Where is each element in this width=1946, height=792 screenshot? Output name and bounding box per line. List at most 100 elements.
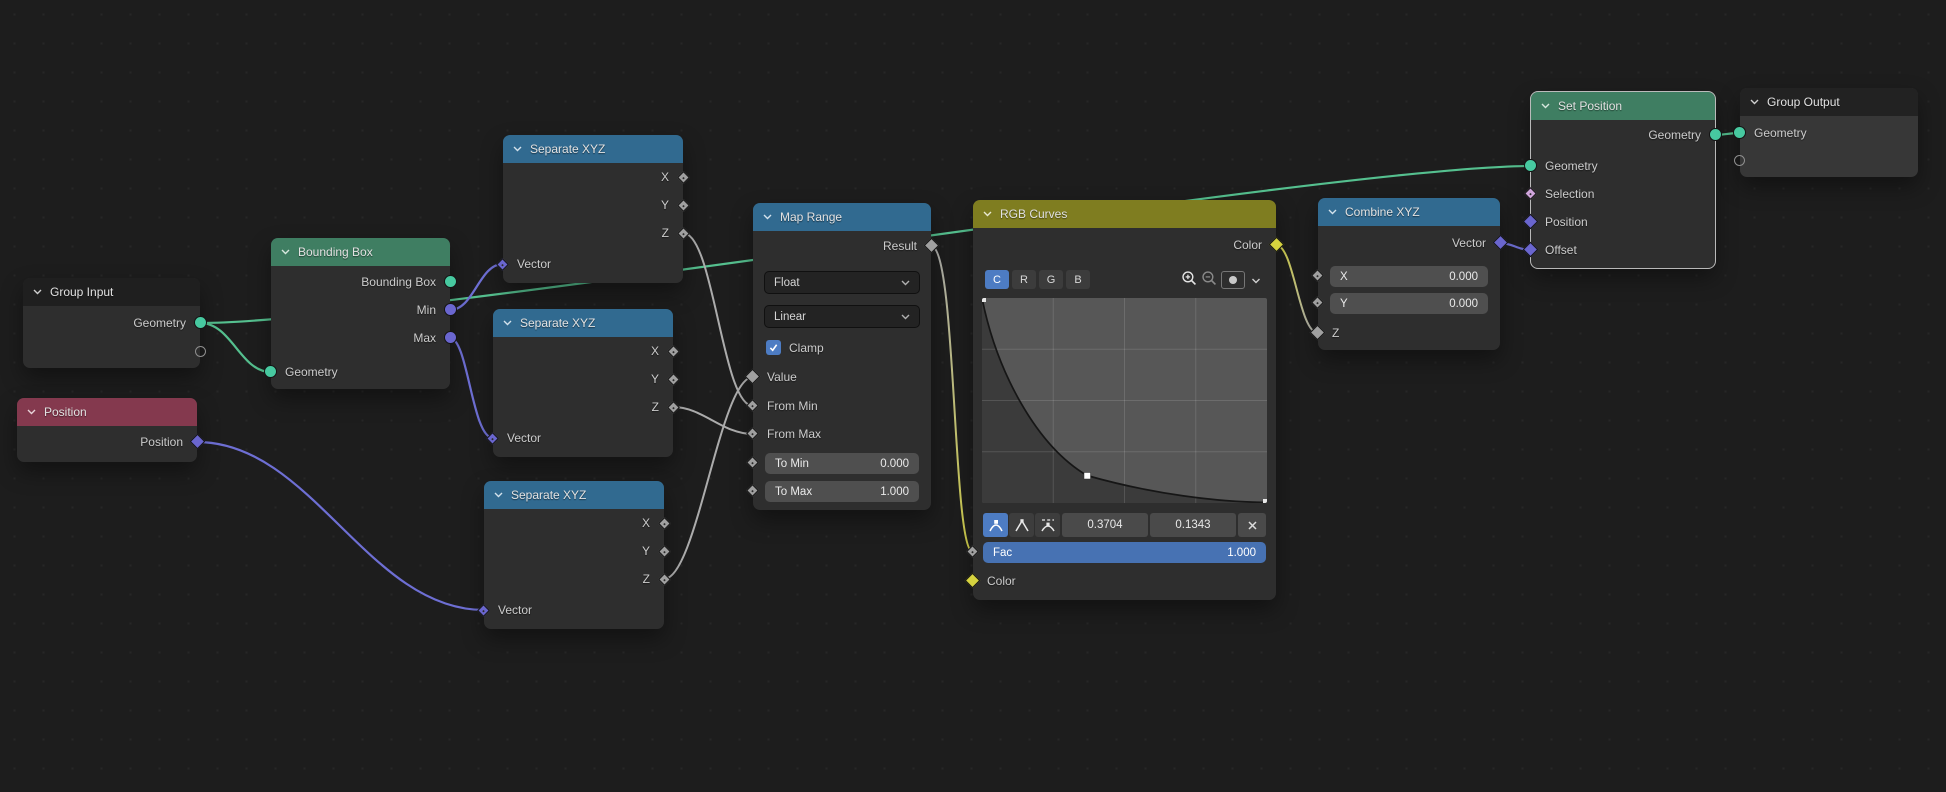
node-group-output[interactable]: Group Output Geometry bbox=[1740, 88, 1918, 177]
collapse-chevron-icon[interactable] bbox=[513, 146, 522, 152]
curve-editor[interactable] bbox=[982, 298, 1267, 503]
output-y-label: Y bbox=[493, 368, 673, 390]
handle-vector-button[interactable] bbox=[1009, 513, 1034, 537]
node-title: Map Range bbox=[780, 210, 842, 224]
collapse-chevron-icon[interactable] bbox=[983, 211, 992, 217]
wire-z-top-to-from-min bbox=[683, 233, 753, 406]
socket-max-output[interactable] bbox=[444, 331, 457, 344]
wire-max-to-separate-xyz-mid bbox=[450, 338, 493, 438]
channel-g-button[interactable]: G bbox=[1039, 270, 1063, 289]
clamp-label: Clamp bbox=[789, 337, 931, 359]
point-x-field[interactable]: 0.3704 bbox=[1062, 513, 1148, 537]
curve-endpoint-start[interactable] bbox=[982, 298, 986, 302]
collapse-chevron-icon[interactable] bbox=[1750, 99, 1759, 105]
output-max-label: Max bbox=[271, 327, 450, 349]
node-header[interactable]: Set Position bbox=[1531, 92, 1715, 120]
collapse-chevron-icon[interactable] bbox=[281, 249, 290, 255]
collapse-chevron-icon[interactable] bbox=[33, 289, 42, 295]
curve-endpoint-end[interactable] bbox=[1263, 499, 1267, 503]
socket-min-output[interactable] bbox=[444, 303, 457, 316]
node-rgb-curves[interactable]: RGB Curves Color C R G B bbox=[973, 200, 1276, 600]
collapse-chevron-icon[interactable] bbox=[503, 320, 512, 326]
node-combine-xyz[interactable]: Combine XYZ Vector X0.000 Y0.000 Z bbox=[1318, 198, 1500, 350]
node-separate-xyz-bottom[interactable]: Separate XYZ X Y Z Vector bbox=[484, 481, 664, 629]
wire-min-to-separate-xyz-top bbox=[450, 264, 503, 310]
output-x-label: X bbox=[493, 340, 673, 362]
handle-auto-clamped-button[interactable] bbox=[1035, 513, 1060, 537]
socket-virtual-output[interactable] bbox=[195, 346, 206, 357]
input-value-label: Value bbox=[753, 366, 931, 388]
socket-geometry-input[interactable] bbox=[264, 365, 277, 378]
node-header[interactable]: Map Range bbox=[753, 203, 931, 231]
socket-geometry-input[interactable] bbox=[1733, 126, 1746, 139]
node-position[interactable]: Position Position bbox=[17, 398, 197, 462]
socket-bounding-box-output[interactable] bbox=[444, 275, 457, 288]
fac-slider[interactable]: Fac1.000 bbox=[983, 542, 1266, 563]
x-field[interactable]: X0.000 bbox=[1330, 266, 1488, 287]
node-header[interactable]: Position bbox=[17, 398, 197, 426]
collapse-chevron-icon[interactable] bbox=[494, 492, 503, 498]
node-header[interactable]: Combine XYZ bbox=[1318, 198, 1500, 226]
socket-geometry-output[interactable] bbox=[194, 316, 207, 329]
node-title: Group Output bbox=[1767, 95, 1840, 109]
input-from-max-label: From Max bbox=[753, 423, 931, 445]
delete-point-button[interactable] bbox=[1238, 513, 1266, 537]
node-header[interactable]: Bounding Box bbox=[271, 238, 450, 266]
node-separate-xyz-middle[interactable]: Separate XYZ X Y Z Vector bbox=[493, 309, 673, 457]
node-header[interactable]: Separate XYZ bbox=[493, 309, 673, 337]
input-selection-label: Selection bbox=[1531, 183, 1715, 205]
zoom-in-icon[interactable] bbox=[1181, 270, 1198, 290]
data-type-dropdown[interactable]: Float bbox=[764, 271, 920, 294]
channel-r-button[interactable]: R bbox=[1012, 270, 1036, 289]
socket-geometry-input[interactable] bbox=[1524, 159, 1537, 172]
node-separate-xyz-top[interactable]: Separate XYZ X Y Z Vector bbox=[503, 135, 683, 283]
collapse-chevron-icon[interactable] bbox=[763, 214, 772, 220]
wire-result-to-fac bbox=[931, 246, 973, 552]
input-geometry-label: Geometry bbox=[1531, 155, 1715, 177]
collapse-chevron-icon[interactable] bbox=[27, 409, 36, 415]
input-offset-label: Offset bbox=[1531, 239, 1715, 261]
output-x-label: X bbox=[503, 166, 683, 188]
output-z-label: Z bbox=[493, 396, 673, 418]
node-title: RGB Curves bbox=[1000, 207, 1067, 221]
node-header[interactable]: Separate XYZ bbox=[503, 135, 683, 163]
input-z-label: Z bbox=[1318, 322, 1500, 344]
tools-chevron-icon[interactable] bbox=[1248, 273, 1264, 287]
node-set-position[interactable]: Set Position Geometry Geometry Selection… bbox=[1531, 92, 1715, 268]
output-geometry-label: Geometry bbox=[1531, 124, 1715, 146]
to-min-field[interactable]: To Min0.000 bbox=[765, 453, 919, 474]
node-header[interactable]: Group Input bbox=[23, 278, 200, 306]
collapse-chevron-icon[interactable] bbox=[1541, 103, 1550, 109]
output-color-label: Color bbox=[973, 234, 1276, 256]
to-max-field[interactable]: To Max1.000 bbox=[765, 481, 919, 502]
curve-control-point[interactable] bbox=[1084, 473, 1091, 480]
point-y-field[interactable]: 0.1343 bbox=[1150, 513, 1236, 537]
wire-position-to-separate-xyz-bottom bbox=[197, 442, 484, 610]
node-header[interactable]: Separate XYZ bbox=[484, 481, 664, 509]
node-title: Set Position bbox=[1558, 99, 1622, 113]
node-map-range[interactable]: Map Range Result Float Linear Clamp Valu… bbox=[753, 203, 931, 510]
channel-c-button[interactable]: C bbox=[985, 270, 1009, 289]
clamp-checkbox[interactable] bbox=[766, 340, 781, 355]
collapse-chevron-icon[interactable] bbox=[1328, 209, 1337, 215]
interpolation-dropdown[interactable]: Linear bbox=[764, 305, 920, 328]
output-result-label: Result bbox=[753, 235, 931, 257]
socket-geometry-output[interactable] bbox=[1709, 128, 1722, 141]
socket-virtual-input[interactable] bbox=[1734, 155, 1745, 166]
node-title: Separate XYZ bbox=[530, 142, 605, 156]
wire-group-input-to-bounding-box bbox=[200, 323, 271, 372]
chevron-down-icon bbox=[901, 314, 910, 320]
zoom-out-icon[interactable] bbox=[1201, 270, 1218, 290]
node-title: Separate XYZ bbox=[511, 488, 586, 502]
node-bounding-box[interactable]: Bounding Box Bounding Box Min Max Geomet… bbox=[271, 238, 450, 389]
channel-b-button[interactable]: B bbox=[1066, 270, 1090, 289]
input-geometry-label: Geometry bbox=[271, 361, 450, 383]
output-z-label: Z bbox=[484, 568, 664, 590]
handle-auto-button[interactable] bbox=[983, 513, 1008, 537]
node-editor-canvas[interactable]: Group Input Geometry Position Position B… bbox=[0, 0, 1946, 792]
y-field[interactable]: Y0.000 bbox=[1330, 293, 1488, 314]
node-header[interactable]: RGB Curves bbox=[973, 200, 1276, 228]
clipping-options-button[interactable] bbox=[1221, 271, 1245, 289]
node-group-input[interactable]: Group Input Geometry bbox=[23, 278, 200, 368]
node-header[interactable]: Group Output bbox=[1740, 88, 1918, 116]
